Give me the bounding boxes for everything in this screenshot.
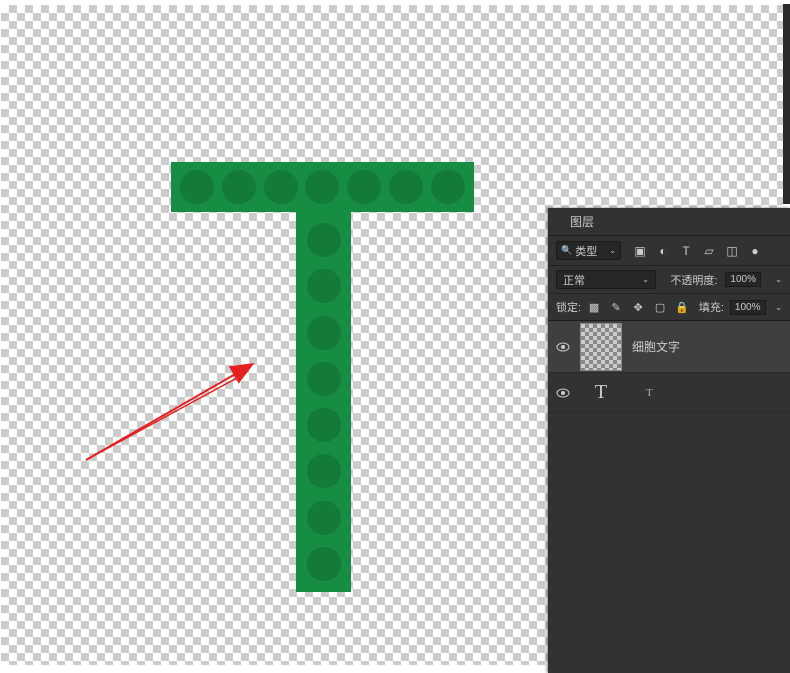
layers-tab[interactable]: 图层	[560, 210, 604, 233]
text-layer-icon: T	[586, 378, 616, 408]
dot-icon	[307, 362, 341, 396]
dot-icon	[307, 316, 341, 350]
dot-icon	[307, 269, 341, 303]
lock-position-icon[interactable]: ✥	[631, 300, 645, 314]
dot-icon	[307, 547, 341, 581]
chevron-down-icon[interactable]: ⌄	[775, 303, 782, 312]
filter-icons-group: ▣ ◐ T ▱ ◫ ●	[633, 244, 762, 258]
dot-icon	[389, 170, 423, 204]
layer-filter-row: 🔍 类型 ⌄ ▣ ◐ T ▱ ◫ ●	[548, 236, 790, 266]
dot-icon	[180, 170, 214, 204]
layers-panel: 图层 🔍 类型 ⌄ ▣ ◐ T ▱ ◫ ● 正常 ⌄ 不透明度: 100% ⌄ …	[548, 208, 790, 673]
filter-pixel-icon[interactable]: ▣	[633, 244, 647, 258]
blend-opacity-row: 正常 ⌄ 不透明度: 100% ⌄	[548, 266, 790, 294]
blend-mode-value: 正常	[563, 272, 585, 288]
dot-icon	[347, 170, 381, 204]
annotation-arrow	[81, 355, 271, 475]
dot-icon	[222, 170, 256, 204]
chevron-down-icon[interactable]: ⌄	[775, 275, 782, 284]
lock-label: 锁定:	[556, 299, 581, 315]
lock-pixels-icon[interactable]: ✎	[609, 300, 623, 314]
chevron-down-icon: ⌄	[642, 275, 649, 284]
search-icon: 🔍	[561, 245, 572, 256]
panel-tab-bar: 图层	[548, 208, 790, 236]
dot-icon	[305, 170, 339, 204]
filter-type-dropdown[interactable]: 🔍 类型 ⌄	[556, 241, 621, 260]
filter-adjustment-icon[interactable]: ◐	[656, 244, 670, 258]
chevron-down-icon: ⌄	[609, 246, 616, 255]
layer-name[interactable]: 细胞文字	[632, 338, 680, 355]
layer-row[interactable]: T T	[548, 373, 790, 413]
opacity-input[interactable]: 100%	[725, 272, 761, 287]
dot-icon	[307, 223, 341, 257]
layers-list: 细胞文字 T T	[548, 321, 790, 413]
layer-row[interactable]: 细胞文字	[548, 321, 790, 373]
lock-transparency-icon[interactable]: ▩	[587, 300, 601, 314]
fill-input[interactable]: 100%	[730, 300, 766, 315]
t-horizontal-bar	[171, 162, 474, 212]
filter-shape-icon[interactable]: ▱	[702, 244, 716, 258]
filter-smart-icon[interactable]: ◫	[725, 244, 739, 258]
layer-name[interactable]: T	[646, 387, 653, 399]
lock-all-icon[interactable]: 🔒	[675, 300, 689, 314]
visibility-toggle-icon[interactable]	[556, 340, 570, 354]
right-panel-edge	[783, 4, 790, 204]
layer-thumbnail[interactable]	[580, 323, 622, 371]
t-vertical-bar	[296, 212, 351, 592]
visibility-toggle-icon[interactable]	[556, 386, 570, 400]
fill-label: 填充:	[699, 299, 724, 315]
lock-icons-group: ▩ ✎ ✥ ▢ 🔒	[587, 300, 689, 314]
dot-icon	[307, 501, 341, 535]
opacity-label: 不透明度:	[670, 272, 717, 288]
dot-icon	[307, 408, 341, 442]
dot-icon	[307, 454, 341, 488]
lock-artboard-icon[interactable]: ▢	[653, 300, 667, 314]
dot-icon	[264, 170, 298, 204]
filter-type-label: 类型	[575, 243, 597, 259]
filter-toggle-icon[interactable]: ●	[748, 244, 762, 258]
blend-mode-dropdown[interactable]: 正常 ⌄	[556, 270, 656, 289]
filter-type-icon[interactable]: T	[679, 244, 693, 258]
dot-icon	[431, 170, 465, 204]
lock-fill-row: 锁定: ▩ ✎ ✥ ▢ 🔒 填充: 100% ⌄	[548, 294, 790, 321]
